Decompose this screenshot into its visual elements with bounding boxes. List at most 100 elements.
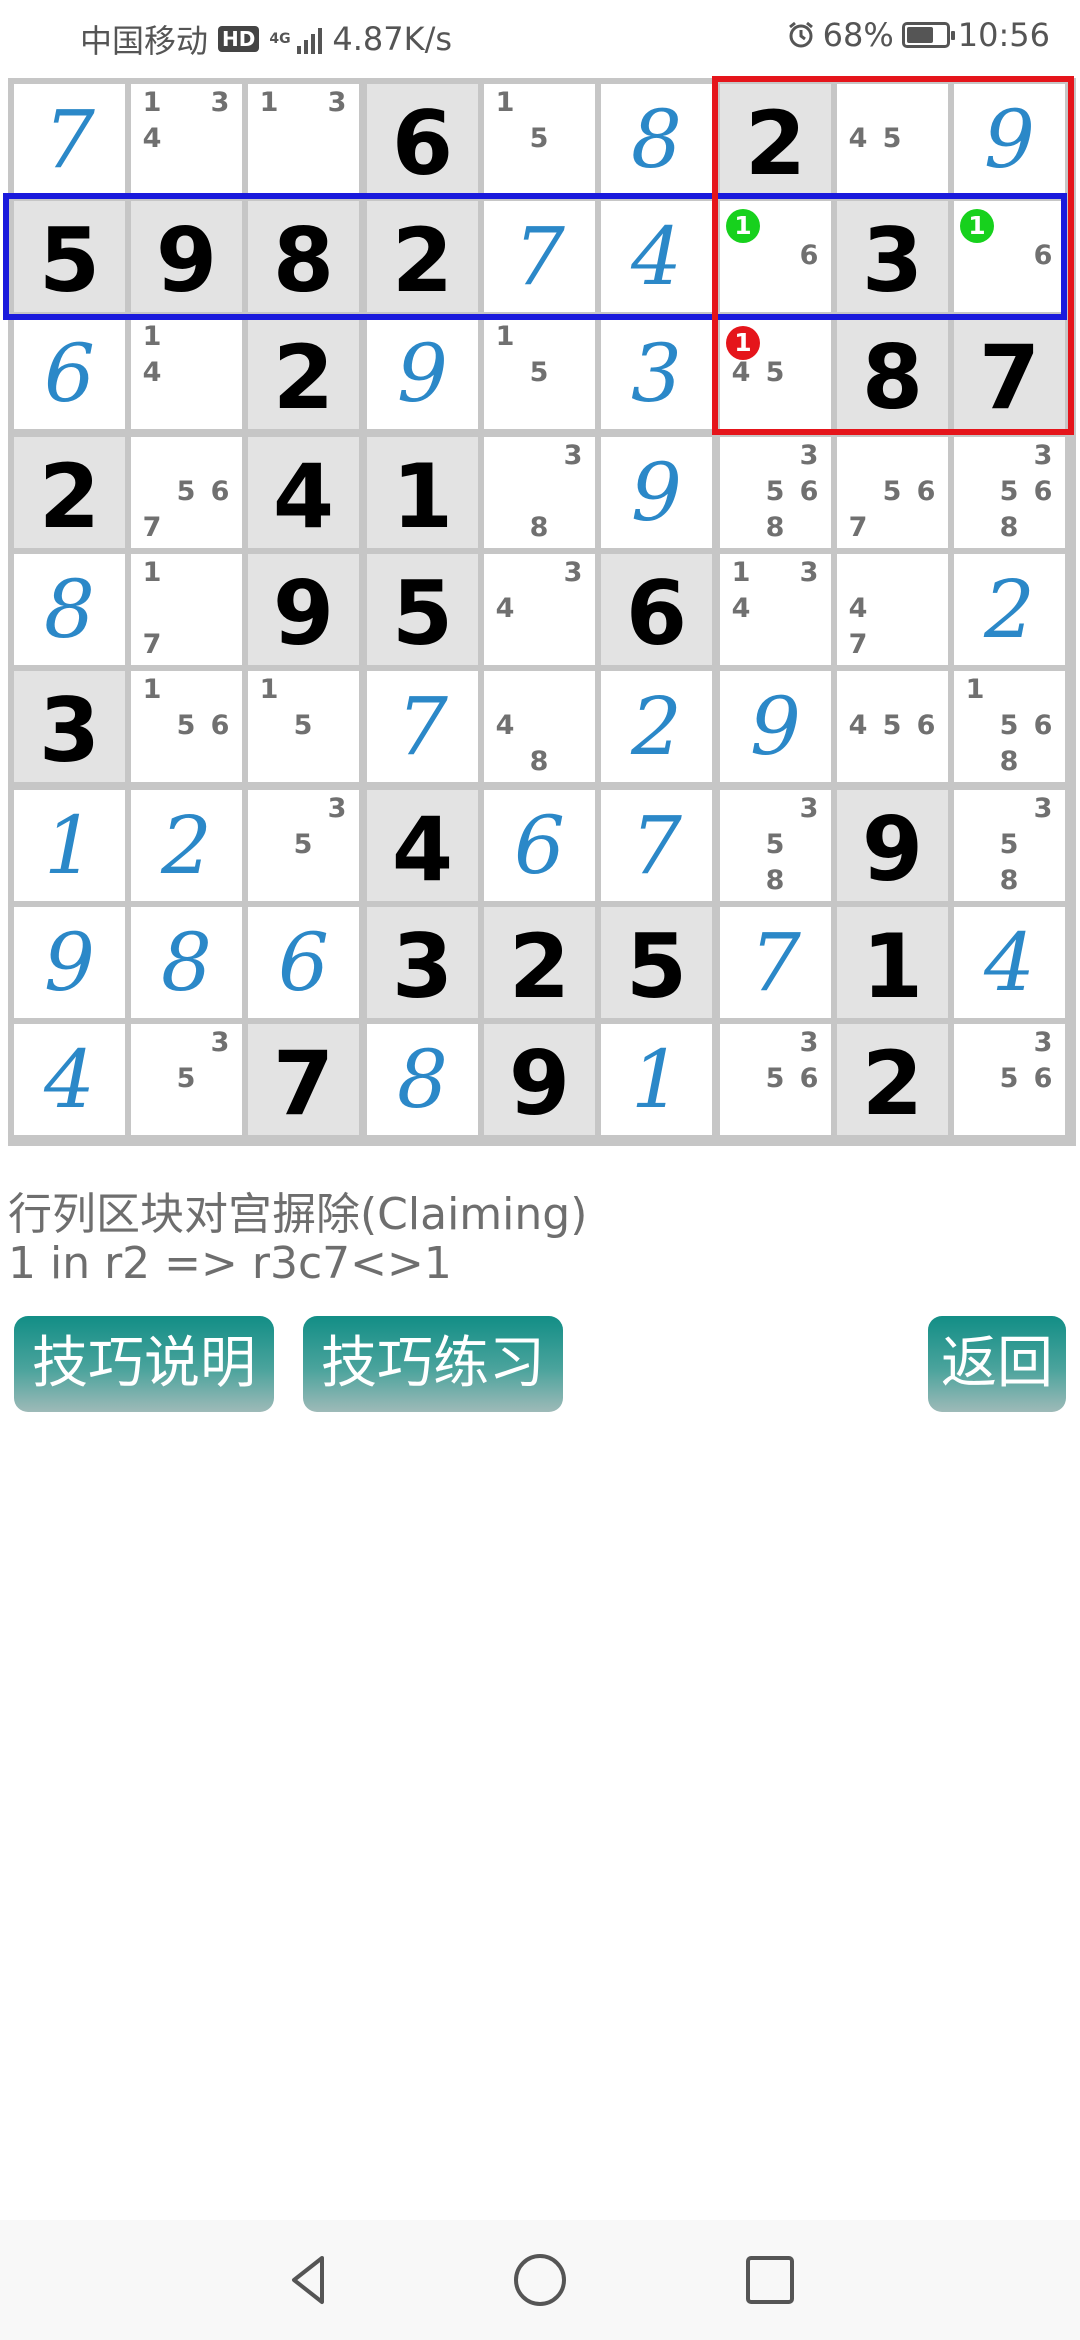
- grid-cell-r2c6[interactable]: 4: [601, 201, 712, 312]
- square-recents-icon[interactable]: [740, 2250, 800, 2310]
- clock: 10:56: [957, 16, 1050, 54]
- candidate-1: 1: [495, 321, 515, 352]
- candidate-5: 5: [529, 357, 549, 388]
- grid-cell-r8c8[interactable]: 1: [837, 907, 948, 1018]
- candidate-7: 7: [142, 512, 162, 543]
- grid-cell-r5c7[interactable]: 1 3 4: [720, 554, 831, 665]
- grid-cell-r9c6[interactable]: 1: [601, 1024, 712, 1135]
- grid-cell-r4c5[interactable]: 38: [484, 437, 595, 548]
- grid-cell-r3c2[interactable]: 14: [131, 318, 242, 429]
- grid-cell-r4c8[interactable]: 56 7: [837, 437, 948, 548]
- grid-cell-r9c1[interactable]: 4: [14, 1024, 125, 1135]
- grid-cell-r2c8[interactable]: 3: [837, 201, 948, 312]
- grid-cell-r3c6[interactable]: 3: [601, 318, 712, 429]
- grid-cell-r7c8[interactable]: 9: [837, 790, 948, 901]
- grid-cell-r2c7[interactable]: 61: [720, 201, 831, 312]
- grid-cell-r1c8[interactable]: 45: [837, 84, 948, 195]
- grid-cell-r8c3[interactable]: 6: [248, 907, 359, 1018]
- grid-cell-r7c2[interactable]: 2: [131, 790, 242, 901]
- grid-cell-r8c9[interactable]: 4: [954, 907, 1065, 1018]
- grid-cell-r2c2[interactable]: 9: [131, 201, 242, 312]
- grid-cell-r3c8[interactable]: 8: [837, 318, 948, 429]
- given-digit: 2: [38, 445, 101, 548]
- grid-cell-r6c7[interactable]: 9: [720, 671, 831, 782]
- grid-cell-r4c7[interactable]: 3568: [720, 437, 831, 548]
- grid-cell-r1c9[interactable]: 9: [954, 84, 1065, 195]
- grid-cell-r1c6[interactable]: 8: [601, 84, 712, 195]
- grid-cell-r7c6[interactable]: 7: [601, 790, 712, 901]
- circle-home-icon[interactable]: [510, 2250, 570, 2310]
- grid-cell-r1c4[interactable]: 6: [367, 84, 478, 195]
- grid-cell-r1c7[interactable]: 2: [720, 84, 831, 195]
- grid-cell-r9c8[interactable]: 2: [837, 1024, 948, 1135]
- grid-cell-r5c2[interactable]: 17: [131, 554, 242, 665]
- grid-cell-r1c5[interactable]: 15: [484, 84, 595, 195]
- grid-cell-r2c4[interactable]: 2: [367, 201, 478, 312]
- grid-cell-r9c9[interactable]: 356: [954, 1024, 1065, 1135]
- grid-cell-r7c9[interactable]: 35 8: [954, 790, 1065, 901]
- grid-cell-r6c2[interactable]: 156: [131, 671, 242, 782]
- grid-cell-r8c2[interactable]: 8: [131, 907, 242, 1018]
- entered-digit: 2: [984, 563, 1035, 656]
- entered-digit: 9: [750, 680, 801, 773]
- grid-cell-r4c1[interactable]: 2: [14, 437, 125, 548]
- grid-cell-r2c5[interactable]: 7: [484, 201, 595, 312]
- grid-cell-r8c6[interactable]: 5: [601, 907, 712, 1018]
- grid-cell-r7c1[interactable]: 1: [14, 790, 125, 901]
- grid-cell-r5c8[interactable]: 47: [837, 554, 948, 665]
- grid-cell-r6c3[interactable]: 15: [248, 671, 359, 782]
- grid-cell-r4c9[interactable]: 3568: [954, 437, 1065, 548]
- entered-digit: 9: [397, 327, 448, 420]
- grid-cell-r7c3[interactable]: 35: [248, 790, 359, 901]
- grid-cell-r9c4[interactable]: 8: [367, 1024, 478, 1135]
- grid-cell-r7c4[interactable]: 4: [367, 790, 478, 901]
- grid-cell-r5c5[interactable]: 34: [484, 554, 595, 665]
- grid-cell-r6c6[interactable]: 2: [601, 671, 712, 782]
- grid-cell-r1c1[interactable]: 7: [14, 84, 125, 195]
- grid-cell-r8c1[interactable]: 9: [14, 907, 125, 1018]
- grid-cell-r3c7[interactable]: 451: [720, 318, 831, 429]
- grid-cell-r6c5[interactable]: 48: [484, 671, 595, 782]
- candidate-4: 4: [142, 357, 162, 388]
- grid-cell-r8c7[interactable]: 7: [720, 907, 831, 1018]
- grid-cell-r3c1[interactable]: 6: [14, 318, 125, 429]
- grid-cell-r9c2[interactable]: 35: [131, 1024, 242, 1135]
- grid-cell-r6c1[interactable]: 3: [14, 671, 125, 782]
- candidate-5: 5: [765, 1063, 785, 1094]
- grid-cell-r9c3[interactable]: 7: [248, 1024, 359, 1135]
- grid-cell-r2c3[interactable]: 8: [248, 201, 359, 312]
- grid-cell-r2c9[interactable]: 61: [954, 201, 1065, 312]
- grid-cell-r1c2[interactable]: 1 3 4: [131, 84, 242, 195]
- grid-cell-r4c3[interactable]: 4: [248, 437, 359, 548]
- grid-cell-r4c4[interactable]: 1: [367, 437, 478, 548]
- grid-cell-r5c4[interactable]: 5: [367, 554, 478, 665]
- grid-cell-r5c6[interactable]: 6: [601, 554, 712, 665]
- grid-cell-r7c7[interactable]: 35 8: [720, 790, 831, 901]
- entered-digit: 4: [984, 916, 1035, 1009]
- grid-cell-r5c3[interactable]: 9: [248, 554, 359, 665]
- grid-cell-r5c1[interactable]: 8: [14, 554, 125, 665]
- technique-explain-button[interactable]: 技巧说明: [14, 1316, 274, 1412]
- back-button[interactable]: 返回: [928, 1316, 1066, 1412]
- grid-cell-r3c5[interactable]: 15: [484, 318, 595, 429]
- entered-digit: 8: [631, 93, 682, 186]
- grid-cell-r4c6[interactable]: 9: [601, 437, 712, 548]
- grid-cell-r3c3[interactable]: 2: [248, 318, 359, 429]
- grid-cell-r6c4[interactable]: 7: [367, 671, 478, 782]
- grid-cell-r3c4[interactable]: 9: [367, 318, 478, 429]
- grid-cell-r8c5[interactable]: 2: [484, 907, 595, 1018]
- technique-practice-button[interactable]: 技巧练习: [303, 1316, 563, 1412]
- triangle-back-icon[interactable]: [280, 2250, 340, 2310]
- grid-cell-r7c5[interactable]: 6: [484, 790, 595, 901]
- grid-cell-r5c9[interactable]: 2: [954, 554, 1065, 665]
- grid-cell-r9c7[interactable]: 356: [720, 1024, 831, 1135]
- grid-cell-r2c1[interactable]: 5: [14, 201, 125, 312]
- grid-cell-r3c9[interactable]: 7: [954, 318, 1065, 429]
- grid-cell-r4c2[interactable]: 56 7: [131, 437, 242, 548]
- grid-cell-r9c5[interactable]: 9: [484, 1024, 595, 1135]
- grid-cell-r6c8[interactable]: 456: [837, 671, 948, 782]
- candidate-6: 6: [210, 710, 230, 741]
- grid-cell-r1c3[interactable]: 13: [248, 84, 359, 195]
- grid-cell-r6c9[interactable]: 1568: [954, 671, 1065, 782]
- grid-cell-r8c4[interactable]: 3: [367, 907, 478, 1018]
